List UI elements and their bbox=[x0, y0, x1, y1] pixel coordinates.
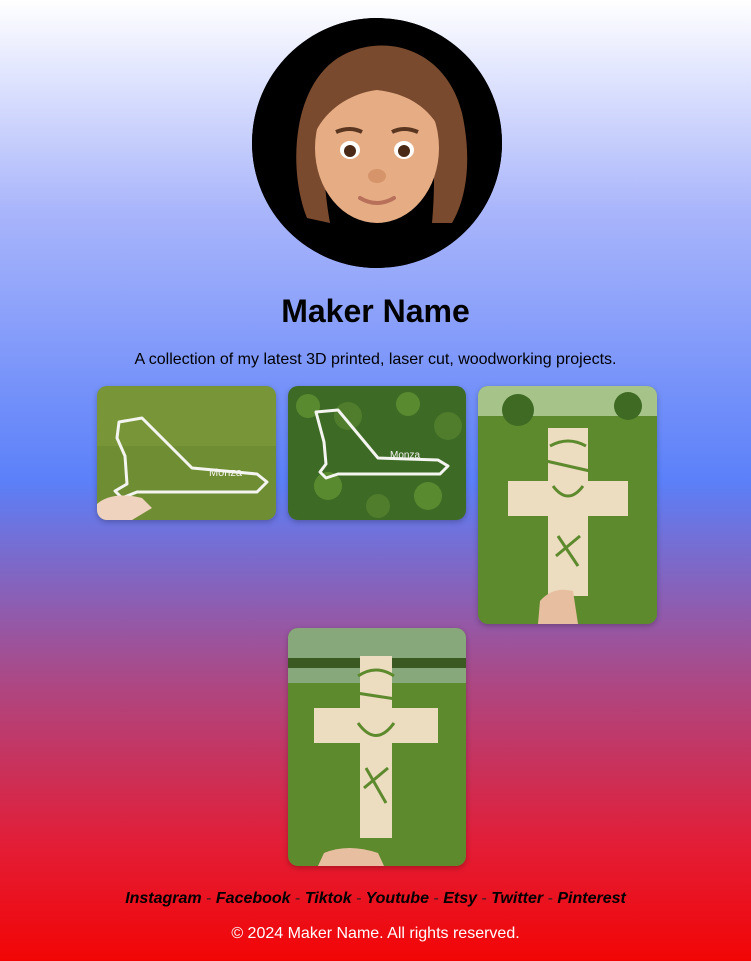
separator: - bbox=[206, 890, 212, 907]
gallery-item-monza-2[interactable]: Monza bbox=[288, 386, 466, 520]
separator: - bbox=[433, 890, 439, 907]
gallery-item-cross-1[interactable] bbox=[478, 386, 657, 624]
gallery-item-monza-1[interactable]: Monza bbox=[97, 386, 276, 520]
separator: - bbox=[547, 890, 553, 907]
gallery-item-cross-2[interactable] bbox=[288, 628, 466, 866]
gallery-item-caption: Monza bbox=[390, 450, 420, 461]
social-link-pinterest[interactable]: Pinterest bbox=[557, 890, 625, 907]
social-link-facebook[interactable]: Facebook bbox=[216, 890, 291, 907]
social-link-twitter[interactable]: Twitter bbox=[491, 890, 543, 907]
social-link-etsy[interactable]: Etsy bbox=[443, 890, 477, 907]
profile-avatar bbox=[252, 18, 502, 268]
profile-tagline: A collection of my latest 3D printed, la… bbox=[134, 351, 617, 368]
social-links: Instagram - Facebook - Tiktok - Youtube … bbox=[0, 889, 751, 909]
social-link-youtube[interactable]: Youtube bbox=[366, 890, 429, 907]
separator: - bbox=[295, 890, 301, 907]
profile-name: Maker Name bbox=[281, 293, 470, 329]
footer-copyright: © 2024 Maker Name. All rights reserved. bbox=[231, 925, 520, 942]
gallery-item-caption: Monza bbox=[209, 467, 243, 479]
social-link-instagram[interactable]: Instagram bbox=[125, 890, 201, 907]
separator: - bbox=[481, 890, 487, 907]
separator: - bbox=[356, 890, 362, 907]
social-link-tiktok[interactable]: Tiktok bbox=[305, 890, 352, 907]
